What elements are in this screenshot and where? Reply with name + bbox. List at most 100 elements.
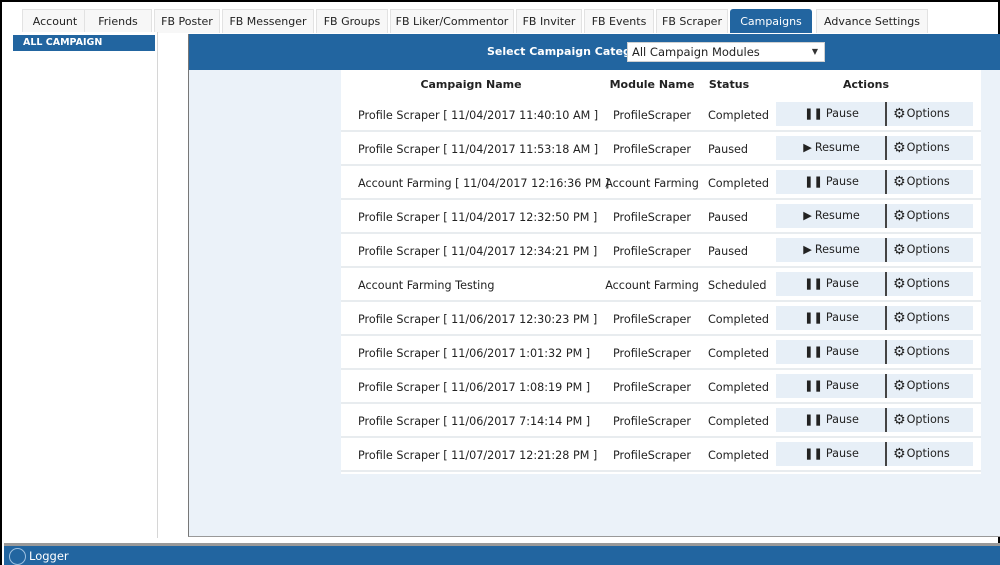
action-label: Pause (825, 345, 859, 358)
pause-button[interactable]: ❚❚ Pause (776, 442, 887, 466)
resume-button[interactable]: ▶ Resume (776, 136, 887, 160)
module-name: Account Farming (605, 177, 699, 190)
campaign-name: Profile Scraper [ 11/06/2017 1:08:19 PM … (358, 381, 591, 394)
action-label: Pause (825, 379, 859, 392)
header-status: Status (708, 78, 750, 91)
pause-button[interactable]: ❚❚ Pause (776, 102, 887, 126)
play-icon: ▶ (803, 141, 812, 154)
gear-icon: ⚙ (893, 276, 906, 292)
options-label: Options (906, 311, 950, 324)
options-button[interactable]: ⚙Options (887, 306, 973, 330)
gear-icon: ⚙ (893, 208, 906, 224)
app-window: Account Friends FB Poster FB Messenger F… (0, 0, 1000, 565)
tab-campaigns[interactable]: Campaigns (730, 9, 812, 33)
pause-button[interactable]: ❚❚ Pause (776, 170, 887, 194)
options-button[interactable]: ⚙Options (887, 374, 973, 398)
tab-fb-scraper[interactable]: FB Scraper (656, 9, 728, 33)
category-selected-value: All Campaign Modules (632, 45, 760, 59)
action-label: Pause (825, 447, 859, 460)
options-button[interactable]: ⚙Options (887, 204, 973, 228)
pause-button[interactable]: ❚❚ Pause (776, 272, 887, 296)
options-label: Options (906, 277, 950, 290)
sidebar-item-all-campaign-manager[interactable]: ALL CAMPAIGN MANAGER (13, 35, 155, 64)
options-label: Options (906, 379, 950, 392)
module-name: ProfileScraper (612, 415, 692, 428)
pause-button[interactable]: ❚❚ Pause (776, 374, 887, 398)
tab-fb-events[interactable]: FB Events (584, 9, 654, 33)
module-name: ProfileScraper (612, 109, 692, 122)
header-actions: Actions (843, 78, 889, 91)
options-button[interactable]: ⚙Options (887, 442, 973, 466)
module-name: ProfileScraper (612, 211, 692, 224)
pause-button[interactable]: ❚❚ Pause (776, 340, 887, 364)
play-icon: ▶ (803, 209, 812, 222)
gear-icon: ⚙ (893, 412, 906, 428)
status-text: Completed (708, 449, 770, 462)
logger-label[interactable]: Logger (29, 549, 69, 563)
options-button[interactable]: ⚙Options (887, 136, 973, 160)
tab-fb-messenger[interactable]: FB Messenger (222, 9, 314, 33)
module-name: ProfileScraper (612, 449, 692, 462)
pause-icon: ❚❚ (804, 277, 823, 290)
options-label: Options (906, 447, 950, 460)
table-row: Profile Scraper [ 11/04/2017 12:32:50 PM… (341, 200, 981, 234)
options-button[interactable]: ⚙Options (887, 272, 973, 296)
table-row: Account Farming Testing Account Farming Sc… (341, 268, 981, 302)
gear-icon: ⚙ (893, 106, 906, 122)
action-label: Pause (825, 107, 859, 120)
campaign-name: Profile Scraper [ 11/04/2017 12:34:21 PM… (358, 245, 598, 258)
campaign-name: Profile Scraper [ 11/06/2017 7:14:14 PM … (358, 415, 591, 428)
sidebar: ALL CAMPAIGN MANAGER (4, 32, 158, 538)
pause-icon: ❚❚ (804, 413, 823, 426)
options-label: Options (906, 243, 950, 256)
options-label: Options (906, 209, 950, 222)
chevron-down-icon: ▼ (811, 47, 818, 56)
options-button[interactable]: ⚙Options (887, 408, 973, 432)
category-select[interactable]: All Campaign Modules ▼ (627, 42, 825, 62)
header-module-name: Module Name (609, 78, 695, 91)
table-row: Profile Scraper [ 11/06/2017 1:01:32 PM … (341, 336, 981, 370)
category-filter-bar: Select Campaign Category: All Campaign M… (189, 34, 1000, 70)
module-name: ProfileScraper (612, 245, 692, 258)
options-button[interactable]: ⚙Options (887, 238, 973, 262)
resume-button[interactable]: ▶ Resume (776, 238, 887, 262)
options-button[interactable]: ⚙Options (887, 340, 973, 364)
options-button[interactable]: ⚙Options (887, 170, 973, 194)
pause-icon: ❚❚ (804, 447, 823, 460)
tab-advance-settings[interactable]: Advance Settings (816, 9, 928, 33)
status-text: Completed (708, 347, 770, 360)
status-text: Paused (708, 211, 749, 224)
logger-toggle-icon[interactable] (9, 548, 26, 565)
campaign-name: Profile Scraper [ 11/06/2017 12:30:23 PM… (358, 313, 598, 326)
tab-fb-liker-commentor[interactable]: FB Liker/Commentor (390, 9, 514, 33)
options-button[interactable]: ⚙Options (887, 102, 973, 126)
options-label: Options (906, 413, 950, 426)
status-text: Scheduled (708, 279, 767, 292)
campaign-table: Campaign Name Module Name Status Actions… (341, 70, 981, 474)
tab-fb-groups[interactable]: FB Groups (316, 9, 388, 33)
action-label: Resume (814, 141, 860, 154)
options-label: Options (906, 175, 950, 188)
pause-icon: ❚❚ (804, 311, 823, 324)
table-header: Campaign Name Module Name Status Actions (341, 70, 981, 98)
gear-icon: ⚙ (893, 140, 906, 156)
pause-button[interactable]: ❚❚ Pause (776, 306, 887, 330)
action-label: Pause (825, 311, 859, 324)
tab-fb-poster[interactable]: FB Poster (154, 9, 220, 33)
status-text: Completed (708, 415, 770, 428)
module-name: ProfileScraper (612, 313, 692, 326)
tab-fb-inviter[interactable]: FB Inviter (516, 9, 582, 33)
campaign-name: Account Farming Testing (358, 279, 495, 292)
resume-button[interactable]: ▶ Resume (776, 204, 887, 228)
campaign-name: Profile Scraper [ 11/07/2017 12:21:28 PM… (358, 449, 598, 462)
action-label: Resume (814, 209, 860, 222)
pause-button[interactable]: ❚❚ Pause (776, 408, 887, 432)
play-icon: ▶ (803, 243, 812, 256)
campaign-panel: Select Campaign Category: All Campaign M… (188, 34, 1000, 537)
tab-friends[interactable]: Friends (84, 9, 152, 33)
campaign-name: Profile Scraper [ 11/04/2017 12:32:50 PM… (358, 211, 598, 224)
gear-icon: ⚙ (893, 174, 906, 190)
tab-account[interactable]: Account (22, 9, 88, 33)
status-text: Completed (708, 177, 770, 190)
status-text: Completed (708, 313, 770, 326)
